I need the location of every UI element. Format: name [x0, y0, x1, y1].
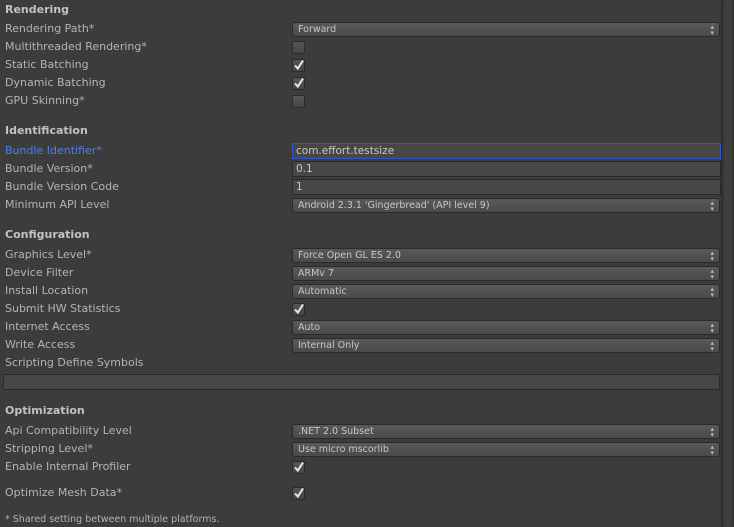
enable-internal-profiler-checkbox[interactable] — [292, 461, 305, 474]
dropdown-arrows-icon: ▴ ▾ — [710, 321, 714, 335]
dropdown-arrows-icon: ▴ ▾ — [710, 199, 714, 213]
scripting-define-symbols-input[interactable] — [3, 374, 720, 390]
dynamic-batching-checkbox[interactable] — [292, 77, 305, 90]
bundle-version-input[interactable]: 0.1 — [292, 161, 721, 177]
dropdown-arrows-icon: ▴ ▾ — [710, 443, 714, 457]
stripping-level-value: Use micro mscorlib — [298, 444, 389, 455]
section-header-configuration: Configuration — [5, 228, 90, 241]
device-filter-value: ARMv 7 — [298, 268, 334, 279]
graphics-level-dropdown[interactable]: Force Open GL ES 2.0 ▴ ▾ — [292, 248, 720, 263]
scrollbar[interactable] — [721, 0, 734, 527]
dropdown-arrows-icon: ▴ ▾ — [710, 339, 714, 353]
gpu-skinning-checkbox[interactable] — [292, 95, 305, 108]
gpu-skinning-label: GPU Skinning* — [5, 94, 85, 107]
section-header-rendering: Rendering — [5, 3, 69, 16]
api-compatibility-level-label: Api Compatibility Level — [5, 424, 132, 437]
rendering-path-dropdown[interactable]: Forward ▴ ▾ — [292, 22, 720, 37]
optimize-mesh-data-label: Optimize Mesh Data* — [5, 486, 123, 499]
stripping-level-label: Stripping Level* — [5, 442, 93, 455]
bundle-identifier-input[interactable]: com.effort.testsize — [292, 143, 721, 159]
static-batching-label: Static Batching — [5, 58, 89, 71]
footnote: * Shared setting between multiple platfo… — [5, 514, 220, 525]
dropdown-arrows-icon: ▴ ▾ — [710, 285, 714, 299]
install-location-value: Automatic — [298, 286, 347, 297]
write-access-dropdown[interactable]: Internal Only ▴ ▾ — [292, 338, 720, 353]
multithreaded-rendering-label: Multithreaded Rendering* — [5, 40, 147, 53]
device-filter-dropdown[interactable]: ARMv 7 ▴ ▾ — [292, 266, 720, 281]
bundle-version-label: Bundle Version* — [5, 162, 93, 175]
section-header-identification: Identification — [5, 124, 88, 137]
bundle-identifier-label: Bundle Identifier* — [5, 144, 102, 157]
dropdown-arrows-icon: ▴ ▾ — [710, 249, 714, 263]
dropdown-arrows-icon: ▴ ▾ — [710, 267, 714, 281]
device-filter-label: Device Filter — [5, 266, 74, 279]
internet-access-value: Auto — [298, 322, 321, 333]
api-compatibility-level-value: .NET 2.0 Subset — [298, 426, 374, 437]
api-compatibility-level-dropdown[interactable]: .NET 2.0 Subset ▴ ▾ — [292, 424, 720, 439]
rendering-path-label: Rendering Path* — [5, 22, 95, 35]
static-batching-checkbox[interactable] — [292, 59, 305, 72]
minimum-api-level-dropdown[interactable]: Android 2.3.1 'Gingerbread' (API level 9… — [292, 198, 720, 213]
checkmark-icon — [294, 59, 304, 71]
enable-internal-profiler-label: Enable Internal Profiler — [5, 460, 131, 473]
install-location-label: Install Location — [5, 284, 89, 297]
submit-hw-statistics-checkbox[interactable] — [292, 303, 305, 316]
checkmark-icon — [294, 487, 304, 499]
bundle-version-code-label: Bundle Version Code — [5, 180, 119, 193]
multithreaded-rendering-checkbox[interactable] — [292, 41, 305, 54]
internet-access-label: Internet Access — [5, 320, 90, 333]
optimize-mesh-data-checkbox[interactable] — [292, 487, 305, 500]
scripting-define-symbols-label: Scripting Define Symbols — [5, 356, 144, 369]
submit-hw-statistics-label: Submit HW Statistics — [5, 302, 121, 315]
write-access-value: Internal Only — [298, 340, 360, 351]
dropdown-arrows-icon: ▴ ▾ — [710, 23, 714, 37]
install-location-dropdown[interactable]: Automatic ▴ ▾ — [292, 284, 720, 299]
bundle-version-code-input[interactable]: 1 — [292, 179, 721, 195]
dynamic-batching-label: Dynamic Batching — [5, 76, 106, 89]
rendering-path-value: Forward — [298, 24, 337, 35]
section-header-optimization: Optimization — [5, 404, 85, 417]
minimum-api-level-value: Android 2.3.1 'Gingerbread' (API level 9… — [298, 200, 490, 211]
stripping-level-dropdown[interactable]: Use micro mscorlib ▴ ▾ — [292, 442, 720, 457]
dropdown-arrows-icon: ▴ ▾ — [710, 425, 714, 439]
internet-access-dropdown[interactable]: Auto ▴ ▾ — [292, 320, 720, 335]
checkmark-icon — [294, 461, 304, 473]
checkmark-icon — [294, 303, 304, 315]
write-access-label: Write Access — [5, 338, 76, 351]
minimum-api-level-label: Minimum API Level — [5, 198, 110, 211]
scrollbar-thumb[interactable] — [724, 0, 732, 527]
graphics-level-label: Graphics Level* — [5, 248, 92, 261]
checkmark-icon — [294, 77, 304, 89]
graphics-level-value: Force Open GL ES 2.0 — [298, 250, 401, 261]
